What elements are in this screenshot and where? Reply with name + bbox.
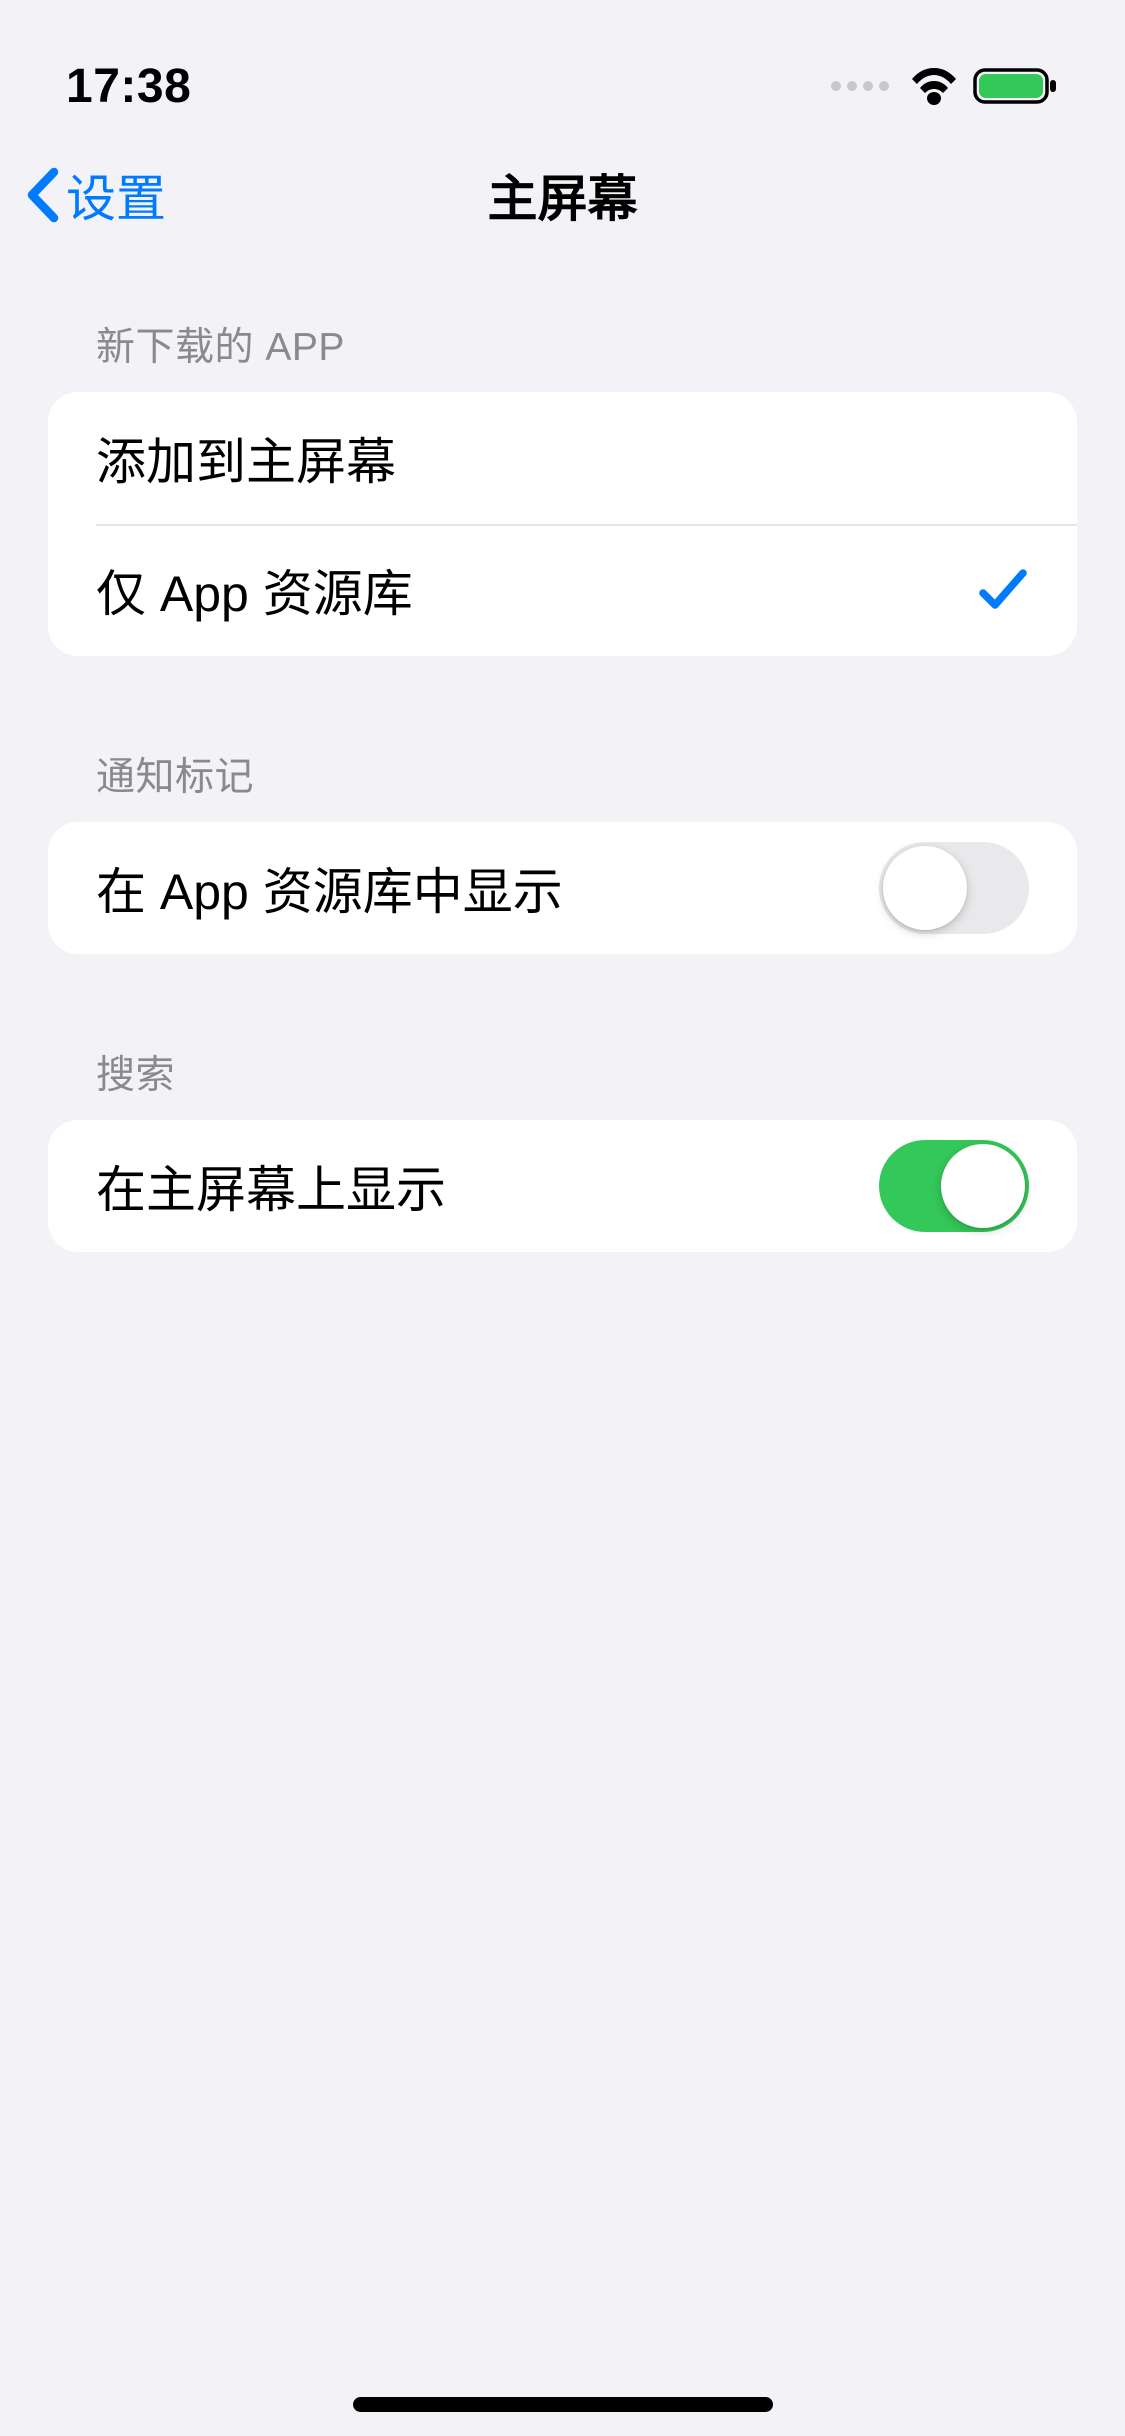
page-title: 主屏幕 <box>0 159 1125 231</box>
checkmark-icon <box>977 565 1029 615</box>
cellular-dots-icon <box>831 81 889 91</box>
section-group-notification-badges: 在 App 资源库中显示 <box>48 822 1077 954</box>
section-header-new-downloads: 新下载的 APP <box>48 316 1077 392</box>
row-app-library-only[interactable]: 仅 App 资源库 <box>48 524 1077 656</box>
section-header-notification-badges: 通知标记 <box>48 746 1077 822</box>
row-show-on-home: 在主屏幕上显示 <box>48 1120 1077 1252</box>
row-add-to-home[interactable]: 添加到主屏幕 <box>48 392 1077 524</box>
row-label: 在 App 资源库中显示 <box>96 852 563 924</box>
nav-back-label: 设置 <box>66 159 166 231</box>
status-time: 17:38 <box>66 59 191 114</box>
status-bar: 17:38 <box>0 0 1125 130</box>
home-indicator[interactable] <box>353 2397 773 2412</box>
wifi-icon <box>909 67 959 105</box>
row-label: 添加到主屏幕 <box>96 422 396 494</box>
section-header-search: 搜索 <box>48 1044 1077 1120</box>
battery-icon <box>973 66 1059 106</box>
nav-back-button[interactable]: 设置 <box>24 130 166 260</box>
chevron-left-icon <box>24 166 60 224</box>
row-label: 仅 App 资源库 <box>96 554 413 626</box>
content: 新下载的 APP 添加到主屏幕 仅 App 资源库 通知标记 在 App 资源库… <box>0 260 1125 1252</box>
toggle-show-on-home[interactable] <box>879 1140 1029 1232</box>
toggle-show-in-app-library[interactable] <box>879 842 1029 934</box>
row-show-in-app-library: 在 App 资源库中显示 <box>48 822 1077 954</box>
nav-bar: 设置 主屏幕 <box>0 130 1125 260</box>
status-indicators <box>831 66 1059 106</box>
section-group-new-downloads: 添加到主屏幕 仅 App 资源库 <box>48 392 1077 656</box>
row-label: 在主屏幕上显示 <box>96 1150 446 1222</box>
section-group-search: 在主屏幕上显示 <box>48 1120 1077 1252</box>
